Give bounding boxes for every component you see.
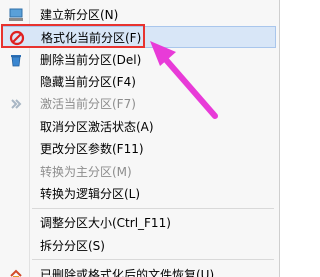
menu-item-activate-partition: 激活当前分区(F7) [2, 93, 276, 115]
menu-item-delete-partition[interactable]: 删除当前分区(Del) [2, 49, 276, 71]
new-partition-icon [8, 7, 24, 23]
activate-icon [8, 96, 24, 112]
menu-item-label: 转换为逻辑分区(L) [40, 187, 141, 201]
menu-separator [32, 208, 274, 209]
menu-item-split-partition[interactable]: 拆分分区(S) [2, 235, 276, 257]
menu-item-resize-partition[interactable]: 调整分区大小(Ctrl_F11) [2, 212, 276, 234]
menu-item-label: 激活当前分区(F7) [40, 97, 136, 111]
menu-item-label: 建立新分区(N) [40, 8, 119, 22]
menu-item-new-partition[interactable]: 建立新分区(N) [2, 4, 276, 26]
menu-item-cancel-active[interactable]: 取消分区激活状态(A) [2, 116, 276, 138]
menu-item-convert-primary: 转换为主分区(M) [2, 161, 276, 183]
menu-separator [32, 259, 274, 260]
menu-item-recover-files[interactable]: 已删除或格式化后的文件恢复(U) [2, 264, 276, 277]
screenshot-page: 建立新分区(N) 格式化当前分区(F) 删除当前分区(Del) 隐藏当前分区(F… [0, 0, 281, 277]
menu-item-label: 已删除或格式化后的文件恢复(U) [40, 268, 215, 277]
menu-item-label: 拆分分区(S) [40, 239, 105, 253]
menu-item-convert-logical[interactable]: 转换为逻辑分区(L) [2, 183, 276, 205]
menu-item-label: 隐藏当前分区(F4) [40, 75, 136, 89]
menu-item-change-parameters[interactable]: 更改分区参数(F11) [2, 138, 276, 160]
menu-item-label: 删除当前分区(Del) [40, 53, 142, 67]
menu-item-hide-partition[interactable]: 隐藏当前分区(F4) [2, 71, 276, 93]
annotation-highlight-box [1, 24, 145, 48]
recover-icon [8, 267, 24, 277]
menu-item-label: 转换为主分区(M) [40, 165, 132, 179]
trash-icon [8, 52, 24, 68]
menu-item-label: 更改分区参数(F11) [40, 142, 144, 156]
menu-item-label: 调整分区大小(Ctrl_F11) [40, 216, 171, 230]
menu-item-label: 取消分区激活状态(A) [40, 120, 154, 134]
